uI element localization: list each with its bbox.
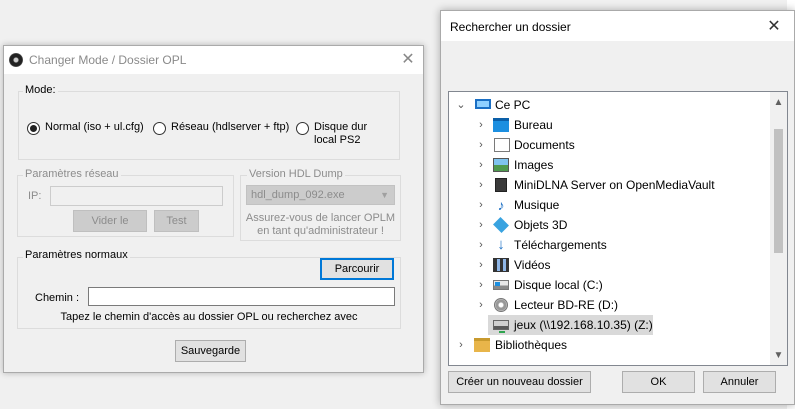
media-server-icon [495,178,507,192]
pictures-icon [493,158,509,172]
tree-item[interactable]: › Bibliothèques [449,335,763,355]
tree-item-label: jeux (\\192.168.10.35) (Z:) [514,318,653,332]
folder-tree[interactable]: ⌄ Ce PC › Bureau › Documents › Images › … [448,91,788,366]
tree-item[interactable]: › Vidéos [449,255,763,275]
window-titlebar: Changer Mode / Dossier OPL ✕ [4,46,423,74]
test-button[interactable]: Test [154,210,199,232]
videos-icon [493,258,509,272]
chevron-right-icon[interactable]: › [476,258,486,272]
path-label: Chemin : [35,292,80,304]
radio-normal[interactable]: Normal (iso + ul.cfg) [27,121,144,135]
desktop-folder-icon [493,118,509,132]
tree-item-selected[interactable]: jeux (\\192.168.10.35) (Z:) [488,315,653,335]
save-button[interactable]: Sauvegarde [175,340,246,362]
tree-scrollbar[interactable]: ▲ ▼ [770,92,787,365]
tree-item[interactable]: › ↓ Téléchargements [449,235,763,255]
scroll-down-icon[interactable]: ▼ [770,347,787,364]
tree-item-label: Bureau [514,118,553,132]
close-icon[interactable]: ✕ [400,52,416,68]
hdl-admin-note-line1: Assurez-vous de lancer OPLM [245,212,396,224]
chevron-right-icon[interactable]: › [476,278,486,292]
3d-objects-icon [493,217,509,233]
path-input[interactable] [88,287,395,306]
tree-item-label: Images [514,158,554,172]
tree-item-label: Documents [514,138,575,152]
tree-item[interactable]: › Documents [449,135,763,155]
radio-reseau[interactable]: Réseau (hdlserver + ftp) [153,121,289,135]
chevron-right-icon[interactable]: › [476,298,486,312]
hdl-admin-note: Assurez-vous de lancer OPLM en tant qu'a… [240,212,401,238]
tree-item-label: Bibliothèques [495,338,568,352]
disc-app-icon [9,53,23,67]
hdl-version-select[interactable]: hdl_dump_092.exe ▼ [246,185,395,205]
local-disk-icon [493,280,509,290]
tree-item-label: Objets 3D [514,218,568,232]
window-title: Changer Mode / Dossier OPL [29,53,187,67]
radio-normal-label[interactable]: Normal (iso + ul.cfg) [45,121,144,134]
tree-item[interactable]: › Images [449,155,763,175]
libraries-icon [474,338,490,352]
documents-icon [494,138,510,152]
cancel-button[interactable]: Annuler [703,371,776,393]
new-folder-button[interactable]: Créer un nouveau dossier [448,371,591,393]
network-group-label: Paramètres réseau [23,168,121,180]
tree-item[interactable]: › MiniDLNA Server on OpenMediaVault [449,175,763,195]
tree-item[interactable]: › Lecteur BD-RE (D:) [449,295,763,315]
chevron-right-icon[interactable]: › [476,238,486,252]
radio-disque-label-line2: local PS2 [314,134,361,146]
ip-input[interactable] [50,186,223,206]
network-drive-icon [493,320,509,333]
radio-disque-label[interactable]: Disque dur local PS2 [314,121,367,147]
ok-button[interactable]: OK [622,371,695,393]
clear-button[interactable]: Vider le [73,210,147,232]
scroll-up-icon[interactable]: ▲ [770,94,787,111]
chevron-right-icon[interactable]: › [476,158,486,172]
chevron-right-icon[interactable]: › [476,218,486,232]
close-icon[interactable]: ✕ [766,19,782,35]
path-hint: Tapez le chemin d'accès au dossier OPL o… [60,311,358,323]
tree-item[interactable]: › ♪ Musique [449,195,763,215]
tree-item-label: Disque local (C:) [514,278,603,292]
chevron-right-icon[interactable]: › [476,118,486,132]
tree-item[interactable]: ⌄ Ce PC [449,95,763,115]
radio-disque-label-line1: Disque dur [314,121,368,133]
radio-disque[interactable]: Disque dur local PS2 [296,121,367,147]
radio-reseau-circle[interactable] [153,122,166,135]
tree-item[interactable]: › Bureau [449,115,763,135]
music-icon: ♪ [497,197,505,213]
hdl-version-group-label: Version HDL Dump [247,168,345,180]
radio-normal-circle[interactable] [27,122,40,135]
chevron-down-icon[interactable]: ⌄ [456,98,466,112]
browse-folder-dialog: Rechercher un dossier ✕ ⌄ Ce PC › Bureau… [440,10,795,405]
browse-button[interactable]: Parcourir [320,258,394,280]
hdl-version-select-value: hdl_dump_092.exe [251,189,345,201]
downloads-icon: ↓ [497,236,505,253]
computer-icon [475,99,491,109]
tree-item-label: Ce PC [495,98,531,112]
mode-group-label: Mode: [23,84,58,96]
chevron-right-icon[interactable]: › [476,138,486,152]
opl-mode-window: Changer Mode / Dossier OPL ✕ Mode: Norma… [3,45,424,373]
tree-item-label: Musique [514,198,560,212]
tree-item-label: MiniDLNA Server on OpenMediaVault [514,178,715,192]
hdl-admin-note-line2: en tant qu'administrateur ! [257,225,384,237]
ip-label: IP: [28,190,42,202]
scrollbar-thumb[interactable] [774,129,783,253]
chevron-right-icon[interactable]: › [456,338,466,352]
tree-item-label: Vidéos [514,258,551,272]
chevron-right-icon[interactable]: › [476,198,486,212]
radio-reseau-label[interactable]: Réseau (hdlserver + ftp) [171,121,289,134]
chevron-right-icon[interactable]: › [476,178,486,192]
tree-item-label: Téléchargements [514,238,607,252]
normal-params-group-label: Paramètres normaux [23,249,130,261]
tree-item-label: Lecteur BD-RE (D:) [514,298,619,312]
dialog-titlebar: Rechercher un dossier ✕ [441,11,794,41]
bd-drive-icon [494,298,508,312]
tree-item[interactable]: › Disque local (C:) [449,275,763,295]
radio-disque-circle[interactable] [296,122,309,135]
dialog-title: Rechercher un dossier [450,20,571,34]
chevron-down-icon: ▼ [380,190,389,200]
tree-item[interactable]: › Objets 3D [449,215,763,235]
